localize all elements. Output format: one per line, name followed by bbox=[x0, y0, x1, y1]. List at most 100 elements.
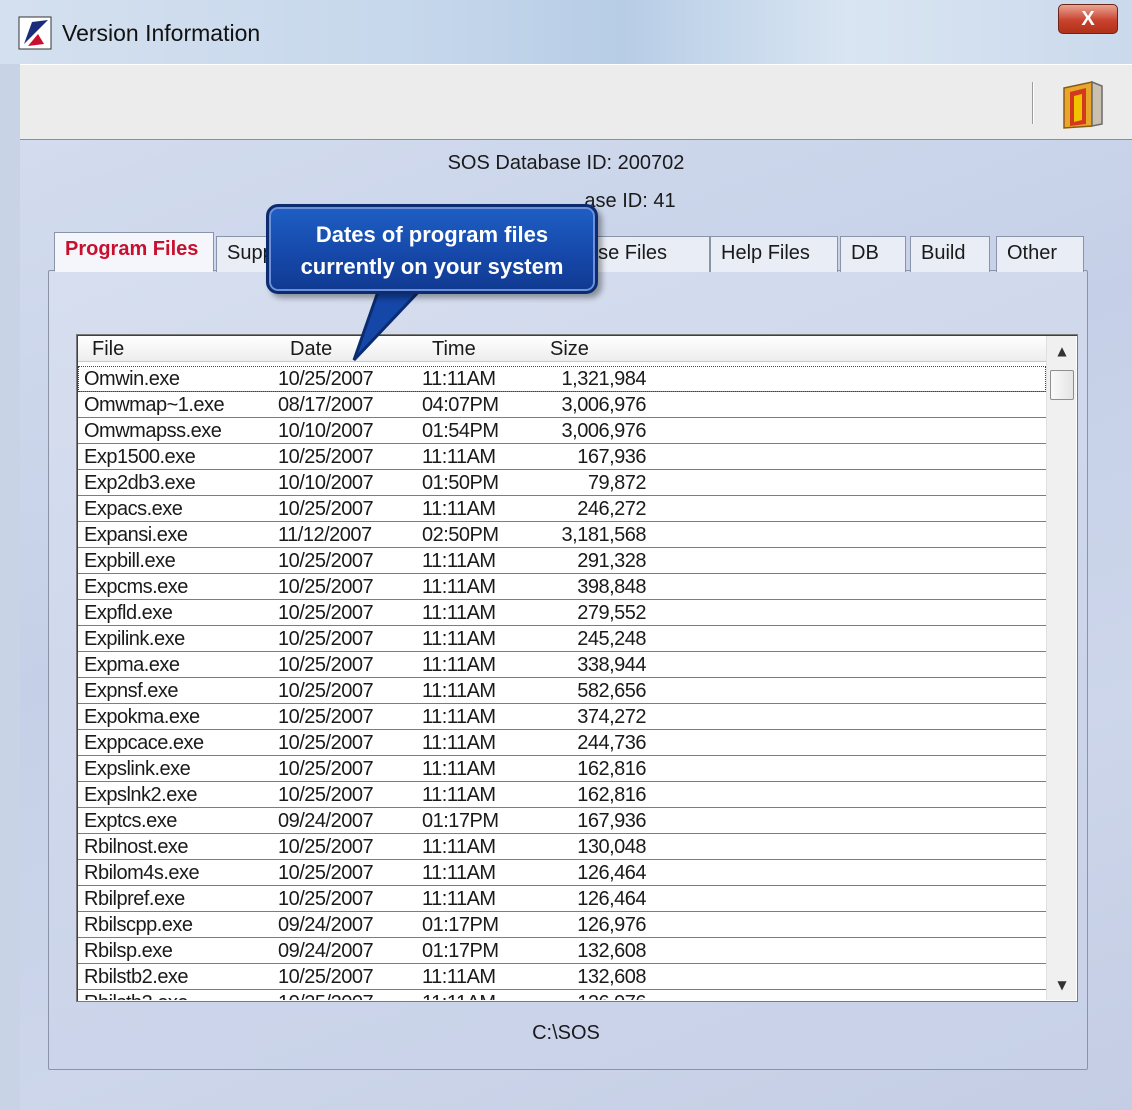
table-row[interactable]: Expbill.exe 10/25/2007 11:11AM 291,328 bbox=[78, 548, 1046, 574]
table-row[interactable]: Expslnk2.exe 10/25/2007 11:11AM 162,816 bbox=[78, 782, 1046, 808]
column-header-time[interactable]: Time bbox=[432, 338, 476, 361]
table-row[interactable]: Exp1500.exe 10/25/2007 11:11AM 167,936 bbox=[78, 444, 1046, 470]
cell-date: 10/10/2007 bbox=[278, 420, 374, 442]
toolbar bbox=[20, 64, 1132, 140]
cell-file: Expacs.exe bbox=[84, 498, 183, 520]
cell-date: 10/10/2007 bbox=[278, 472, 374, 494]
cell-time: 11:11AM bbox=[422, 732, 496, 754]
cell-time: 11:11AM bbox=[422, 576, 496, 598]
cell-time: 11:11AM bbox=[422, 888, 496, 910]
cell-file: Exp1500.exe bbox=[84, 446, 196, 468]
cell-time: 11:11AM bbox=[422, 758, 496, 780]
table-row[interactable]: Rbilnost.exe 10/25/2007 11:11AM 130,048 bbox=[78, 834, 1046, 860]
vertical-scrollbar[interactable]: ▲ ▼ bbox=[1046, 336, 1076, 1000]
cell-time: 11:11AM bbox=[422, 992, 496, 1000]
cell-file: Rbilstb2.exe bbox=[84, 966, 189, 988]
sos-logo-icon bbox=[18, 16, 52, 50]
cell-date: 10/25/2007 bbox=[278, 992, 374, 1000]
cell-date: 10/25/2007 bbox=[278, 498, 374, 520]
cell-file: Rbilsp.exe bbox=[84, 940, 173, 962]
toolbar-separator bbox=[1032, 82, 1034, 124]
table-row[interactable]: Expacs.exe 10/25/2007 11:11AM 246,272 bbox=[78, 496, 1046, 522]
cell-time: 11:11AM bbox=[422, 784, 496, 806]
table-row[interactable]: Expcms.exe 10/25/2007 11:11AM 398,848 bbox=[78, 574, 1046, 600]
cell-file: Rbilnost.exe bbox=[84, 836, 189, 858]
cell-size: 167,936 bbox=[577, 810, 646, 832]
cell-size: 291,328 bbox=[577, 550, 646, 572]
table-row[interactable]: Expilink.exe 10/25/2007 11:11AM 245,248 bbox=[78, 626, 1046, 652]
cell-file: Omwmapss.exe bbox=[84, 420, 222, 442]
cell-file: Rbilstb3.exe bbox=[84, 992, 189, 1000]
column-header-date[interactable]: Date bbox=[290, 338, 332, 361]
cell-size: 3,006,976 bbox=[561, 394, 647, 416]
cell-file: Expcms.exe bbox=[84, 576, 188, 598]
table-row[interactable]: Expma.exe 10/25/2007 11:11AM 338,944 bbox=[78, 652, 1046, 678]
tab-build[interactable]: Build bbox=[910, 236, 990, 272]
cell-size: 130,048 bbox=[577, 836, 646, 858]
table-row[interactable]: Omwmap~1.exe 08/17/2007 04:07PM 3,006,976 bbox=[78, 392, 1046, 418]
table-row[interactable]: Expansi.exe 11/12/2007 02:50PM 3,181,568 bbox=[78, 522, 1046, 548]
table-row[interactable]: Expokma.exe 10/25/2007 11:11AM 374,272 bbox=[78, 704, 1046, 730]
cell-time: 11:11AM bbox=[422, 368, 496, 390]
cell-size: 246,272 bbox=[577, 498, 646, 520]
tab-program-files[interactable]: Program Files bbox=[54, 232, 214, 272]
cell-date: 10/25/2007 bbox=[278, 680, 374, 702]
table-row[interactable]: Rbilstb3.exe 10/25/2007 11:11AM 126,976 bbox=[78, 990, 1046, 1000]
cell-time: 04:07PM bbox=[422, 394, 499, 416]
cell-date: 10/25/2007 bbox=[278, 628, 374, 650]
file-list-rows: Omwin.exe 10/25/2007 11:11AM 1,321,984 Omwma… bbox=[78, 366, 1046, 1000]
table-row[interactable]: Omwin.exe 10/25/2007 11:11AM 1,321,984 bbox=[78, 366, 1046, 392]
scroll-down-icon[interactable]: ▼ bbox=[1047, 970, 1077, 1000]
close-button[interactable]: X bbox=[1058, 4, 1118, 34]
cell-file: Expma.exe bbox=[84, 654, 180, 676]
cell-size: 79,872 bbox=[587, 472, 647, 494]
cell-size: 1,321,984 bbox=[561, 368, 647, 390]
cell-date: 08/17/2007 bbox=[278, 394, 374, 416]
table-row[interactable]: Rbilsp.exe 09/24/2007 01:17PM 132,608 bbox=[78, 938, 1046, 964]
cell-time: 02:50PM bbox=[422, 524, 499, 546]
cell-time: 01:50PM bbox=[422, 472, 499, 494]
scroll-thumb[interactable] bbox=[1050, 370, 1074, 400]
tab-other[interactable]: Other bbox=[996, 236, 1084, 272]
cell-size: 132,608 bbox=[577, 966, 646, 988]
table-row[interactable]: Exp2db3.exe 10/10/2007 01:50PM 79,872 bbox=[78, 470, 1046, 496]
cell-date: 11/12/2007 bbox=[278, 524, 372, 546]
cell-size: 132,608 bbox=[577, 940, 646, 962]
table-row[interactable]: Expfld.exe 10/25/2007 11:11AM 279,552 bbox=[78, 600, 1046, 626]
table-row[interactable]: Rbilstb2.exe 10/25/2007 11:11AM 132,608 bbox=[78, 964, 1046, 990]
table-row[interactable]: Rbilom4s.exe 10/25/2007 11:11AM 126,464 bbox=[78, 860, 1046, 886]
window-title: Version Information bbox=[62, 20, 261, 46]
cell-size: 162,816 bbox=[577, 784, 646, 806]
table-row[interactable]: Exppcace.exe 10/25/2007 11:11AM 244,736 bbox=[78, 730, 1046, 756]
cell-file: Expnsf.exe bbox=[84, 680, 178, 702]
cell-size: 162,816 bbox=[577, 758, 646, 780]
cell-file: Exp2db3.exe bbox=[84, 472, 196, 494]
column-header-size[interactable]: Size bbox=[550, 338, 589, 361]
cell-time: 01:17PM bbox=[422, 914, 499, 936]
install-path: C:\SOS bbox=[532, 1022, 600, 1044]
tab-db[interactable]: DB bbox=[840, 236, 906, 272]
exit-door-icon[interactable] bbox=[1052, 78, 1112, 134]
scroll-up-icon[interactable]: ▲ bbox=[1047, 336, 1077, 366]
cell-date: 10/25/2007 bbox=[278, 368, 374, 390]
cell-date: 09/24/2007 bbox=[278, 914, 374, 936]
cell-date: 10/25/2007 bbox=[278, 784, 374, 806]
table-row[interactable]: Expslink.exe 10/25/2007 11:11AM 162,816 bbox=[78, 756, 1046, 782]
cell-size: 338,944 bbox=[577, 654, 646, 676]
cell-size: 3,181,568 bbox=[561, 524, 647, 546]
table-row[interactable]: Rbilscpp.exe 09/24/2007 01:17PM 126,976 bbox=[78, 912, 1046, 938]
cell-size: 374,272 bbox=[577, 706, 646, 728]
cell-file: Omwmap~1.exe bbox=[84, 394, 225, 416]
cell-date: 10/25/2007 bbox=[278, 758, 374, 780]
cell-date: 10/25/2007 bbox=[278, 446, 374, 468]
table-row[interactable]: Omwmapss.exe 10/10/2007 01:54PM 3,006,976 bbox=[78, 418, 1046, 444]
cell-time: 01:17PM bbox=[422, 810, 499, 832]
table-row[interactable]: Expnsf.exe 10/25/2007 11:11AM 582,656 bbox=[78, 678, 1046, 704]
cell-file: Expfld.exe bbox=[84, 602, 173, 624]
table-row[interactable]: Exptcs.exe 09/24/2007 01:17PM 167,936 bbox=[78, 808, 1046, 834]
cell-file: Rbilom4s.exe bbox=[84, 862, 200, 884]
cell-time: 11:11AM bbox=[422, 602, 496, 624]
tab-help-files[interactable]: Help Files bbox=[710, 236, 838, 272]
table-row[interactable]: Rbilpref.exe 10/25/2007 11:11AM 126,464 bbox=[78, 886, 1046, 912]
column-header-file[interactable]: File bbox=[92, 338, 124, 361]
